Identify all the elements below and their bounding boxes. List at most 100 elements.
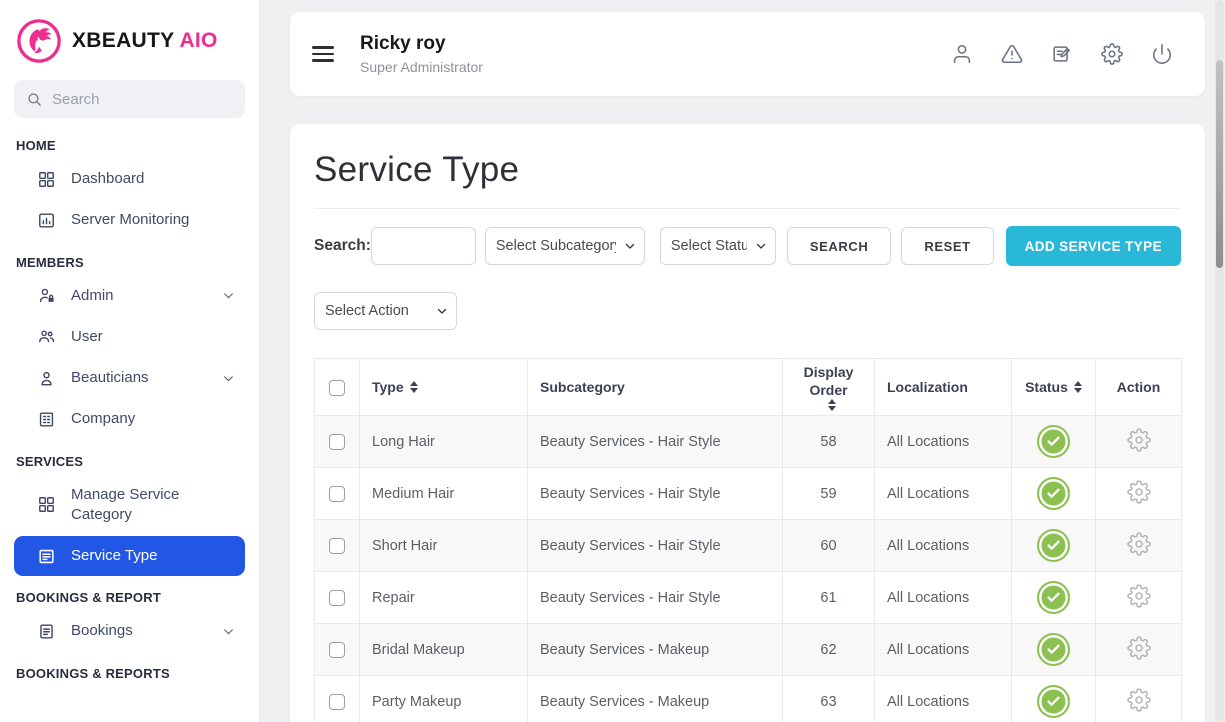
row-settings-gear-icon[interactable] [1127, 428, 1151, 452]
search-label: Search: [314, 237, 371, 255]
search-button[interactable]: SEARCH [787, 227, 892, 265]
brand-logo-icon [16, 18, 62, 64]
column-header-type[interactable]: Type [372, 378, 404, 396]
section-label-bookings-report: BOOKINGS & REPORT [16, 590, 243, 605]
sidebar-item-server-monitoring[interactable]: Server Monitoring [14, 200, 245, 240]
brand-name: XBEAUTY AIO [72, 29, 218, 53]
status-select[interactable]: Select Status [660, 227, 776, 265]
cell-localization: All Locations [875, 416, 1012, 468]
row-settings-gear-icon[interactable] [1127, 480, 1151, 504]
sidebar-item-bookings[interactable]: Bookings [14, 611, 245, 651]
hamburger-menu-icon[interactable] [312, 46, 334, 62]
cell-display-order: 58 [783, 416, 875, 468]
row-checkbox[interactable] [329, 590, 345, 606]
title-divider [314, 208, 1181, 209]
sidebar-search-input[interactable] [52, 91, 233, 108]
sort-icon[interactable] [828, 399, 836, 411]
filter-bar: Search: Select Subcategory Select Status… [314, 226, 1181, 266]
sidebar-item-label: Bookings [71, 621, 133, 641]
cell-subcategory: Beauty Services - Hair Style [528, 520, 783, 572]
subcategory-select[interactable]: Select Subcategory [485, 227, 645, 265]
sidebar: XBEAUTY AIO HOME Dashboard Server Monito… [0, 0, 260, 722]
row-checkbox[interactable] [329, 434, 345, 450]
table-row: Short Hair Beauty Services - Hair Style … [315, 520, 1182, 572]
row-settings-gear-icon[interactable] [1127, 584, 1151, 608]
sidebar-item-admin[interactable]: Admin [14, 276, 245, 316]
user-icon[interactable] [951, 43, 973, 65]
sidebar-item-manage-service-category[interactable]: Manage Service Category [14, 475, 245, 536]
table-row: Long Hair Beauty Services - Hair Style 5… [315, 416, 1182, 468]
sidebar-item-service-type[interactable]: Service Type [14, 536, 245, 576]
section-label-members: MEMBERS [16, 255, 243, 270]
row-checkbox[interactable] [329, 694, 345, 710]
row-checkbox[interactable] [329, 538, 345, 554]
sort-icon[interactable] [410, 381, 418, 393]
row-settings-gear-icon[interactable] [1127, 636, 1151, 660]
row-settings-gear-icon[interactable] [1127, 688, 1151, 712]
add-service-type-button[interactable]: ADD SERVICE TYPE [1006, 226, 1181, 266]
sidebar-item-company[interactable]: Company [14, 399, 245, 439]
row-checkbox[interactable] [329, 486, 345, 502]
scrollbar-thumb[interactable] [1216, 60, 1223, 268]
status-active-icon[interactable] [1037, 425, 1070, 458]
column-header-localization: Localization [887, 379, 968, 395]
table-header-row: Type Subcategory Display Order Localizat… [315, 359, 1182, 416]
sort-icon[interactable] [1074, 381, 1082, 393]
status-active-icon[interactable] [1037, 477, 1070, 510]
page-scrollbar[interactable] [1215, 0, 1224, 722]
sidebar-item-label: Server Monitoring [71, 210, 189, 230]
status-active-icon[interactable] [1037, 685, 1070, 718]
chevron-down-icon [222, 625, 235, 638]
user-block: Ricky roy Super Administrator [360, 33, 483, 75]
alert-triangle-icon[interactable] [1001, 43, 1023, 65]
row-checkbox[interactable] [329, 642, 345, 658]
cell-type: Bridal Makeup [360, 624, 528, 676]
search-input[interactable] [371, 227, 476, 265]
cell-display-order: 62 [783, 624, 875, 676]
grid-icon [37, 495, 56, 514]
table-row: Repair Beauty Services - Hair Style 61 A… [315, 572, 1182, 624]
sidebar-item-label: User [71, 327, 103, 347]
sidebar-item-label: Admin [71, 286, 114, 306]
list-document-icon [37, 547, 56, 566]
sidebar-item-dashboard[interactable]: Dashboard [14, 159, 245, 199]
column-header-status[interactable]: Status [1025, 378, 1068, 396]
sidebar-search[interactable] [14, 80, 245, 118]
cell-display-order: 61 [783, 572, 875, 624]
users-group-icon [37, 327, 56, 346]
status-active-icon[interactable] [1037, 633, 1070, 666]
sidebar-item-label: Company [71, 409, 135, 429]
gear-icon[interactable] [1101, 43, 1123, 65]
header-icon-bar [951, 43, 1173, 65]
cell-localization: All Locations [875, 624, 1012, 676]
status-active-icon[interactable] [1037, 581, 1070, 614]
cell-display-order: 59 [783, 468, 875, 520]
cell-display-order: 63 [783, 676, 875, 722]
reset-button[interactable]: RESET [901, 227, 993, 265]
page-title: Service Type [314, 150, 1181, 190]
sidebar-item-label: Beauticians [71, 368, 149, 388]
sidebar-item-beauticians[interactable]: Beauticians [14, 358, 245, 398]
note-edit-icon[interactable] [1051, 43, 1073, 65]
user-lock-icon [37, 286, 56, 305]
cell-localization: All Locations [875, 468, 1012, 520]
row-settings-gear-icon[interactable] [1127, 532, 1151, 556]
status-active-icon[interactable] [1037, 529, 1070, 562]
brand-name-primary: XBEAUTY [72, 29, 174, 52]
document-lines-icon [37, 622, 56, 641]
cell-subcategory: Beauty Services - Hair Style [528, 572, 783, 624]
cell-subcategory: Beauty Services - Hair Style [528, 416, 783, 468]
sidebar-item-user[interactable]: User [14, 317, 245, 357]
power-icon[interactable] [1151, 43, 1173, 65]
select-all-checkbox[interactable] [329, 380, 345, 396]
brand-logo[interactable]: XBEAUTY AIO [14, 14, 245, 80]
cell-localization: All Locations [875, 572, 1012, 624]
cell-display-order: 60 [783, 520, 875, 572]
column-header-display-order[interactable]: Display Order [795, 363, 862, 399]
user-name: Ricky roy [360, 33, 483, 55]
cell-localization: All Locations [875, 520, 1012, 572]
sidebar-item-label: Service Type [71, 546, 157, 566]
action-select[interactable]: Select Action [314, 292, 457, 330]
section-label-bookings-reports: BOOKINGS & REPORTS [16, 666, 243, 681]
top-header: Ricky roy Super Administrator [290, 12, 1205, 96]
